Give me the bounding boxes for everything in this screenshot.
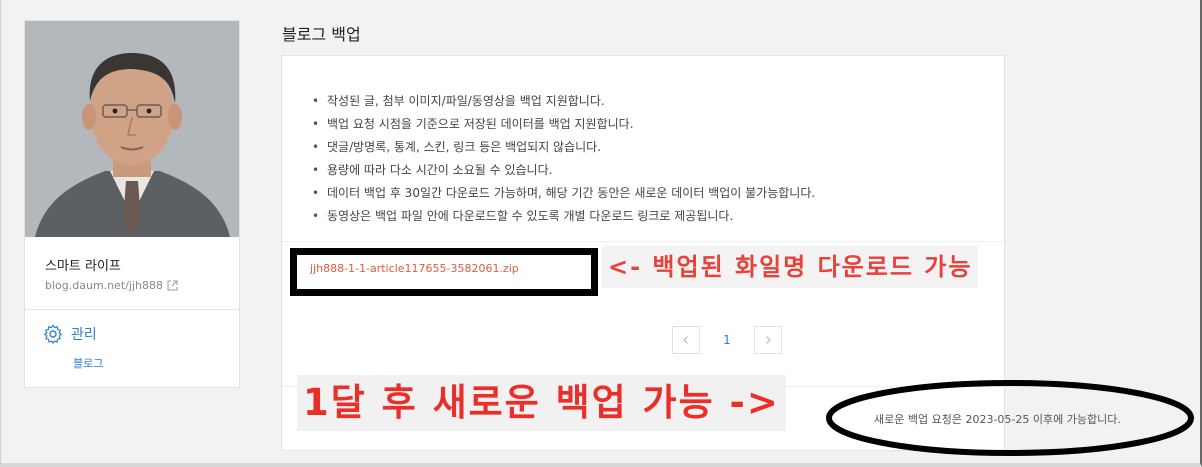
next-backup-annotation: 1달 후 새로운 백업 가능 -> [297,375,786,431]
manage-menu[interactable]: 관리 [43,324,97,344]
blog-url-link[interactable]: blog.daum.net/jjh888 [45,279,178,292]
backup-notes-list: 작성된 글, 첨부 이미지/파일/동영상을 백업 지원합니다. 백업 요청 시점… [312,90,815,228]
note-item: 작성된 글, 첨부 이미지/파일/동영상을 백업 지원합니다. [312,90,815,113]
next-page-button[interactable] [754,326,782,354]
prev-page-button[interactable] [672,326,700,354]
profile-photo [25,21,239,237]
manage-label[interactable]: 관리 [71,324,97,344]
profile-sidebar: 스마트 라이프 blog.daum.net/jjh888 관리 블로그 [24,20,240,388]
sidebar-divider [25,309,239,310]
gear-icon[interactable] [43,324,63,344]
page-number[interactable]: 1 [700,333,754,347]
note-item: 백업 요청 시점을 기준으로 저장된 데이터를 백업 지원합니다. [312,113,815,136]
page-title: 블로그 백업 [282,25,361,44]
note-item: 댓글/방명록, 통계, 스킨, 링크 등은 백업되지 않습니다. [312,136,815,159]
note-item: 동영상은 백업 파일 안에 다운로드할 수 있도록 개별 다운로드 링크로 제공… [312,205,815,228]
chevron-right-icon [766,336,771,344]
blog-url-text[interactable]: blog.daum.net/jjh888 [45,279,163,292]
backup-file-download-link[interactable]: jjh888-1-1-article117655-3582061.zip [310,262,519,275]
chevron-left-icon [683,336,688,344]
blog-name: 스마트 라이프 [45,259,121,274]
next-backup-notice: 새로운 백업 요청은 2023-05-25 이후에 가능합니다. [874,413,1121,426]
divider [282,241,1004,242]
sidebar-item-blog[interactable]: 블로그 [73,355,103,371]
note-item: 용량에 따라 다소 시간이 소요될 수 있습니다. [312,159,815,182]
pagination: 1 [672,326,782,354]
note-item: 데이터 백업 후 30일간 다운로드 가능하며, 해당 기간 동안은 새로운 데… [312,182,815,205]
download-annotation: <- 백업된 화일명 다운로드 가능 [602,246,979,288]
external-link-icon[interactable] [167,280,178,291]
profile-photo-image [25,21,239,237]
